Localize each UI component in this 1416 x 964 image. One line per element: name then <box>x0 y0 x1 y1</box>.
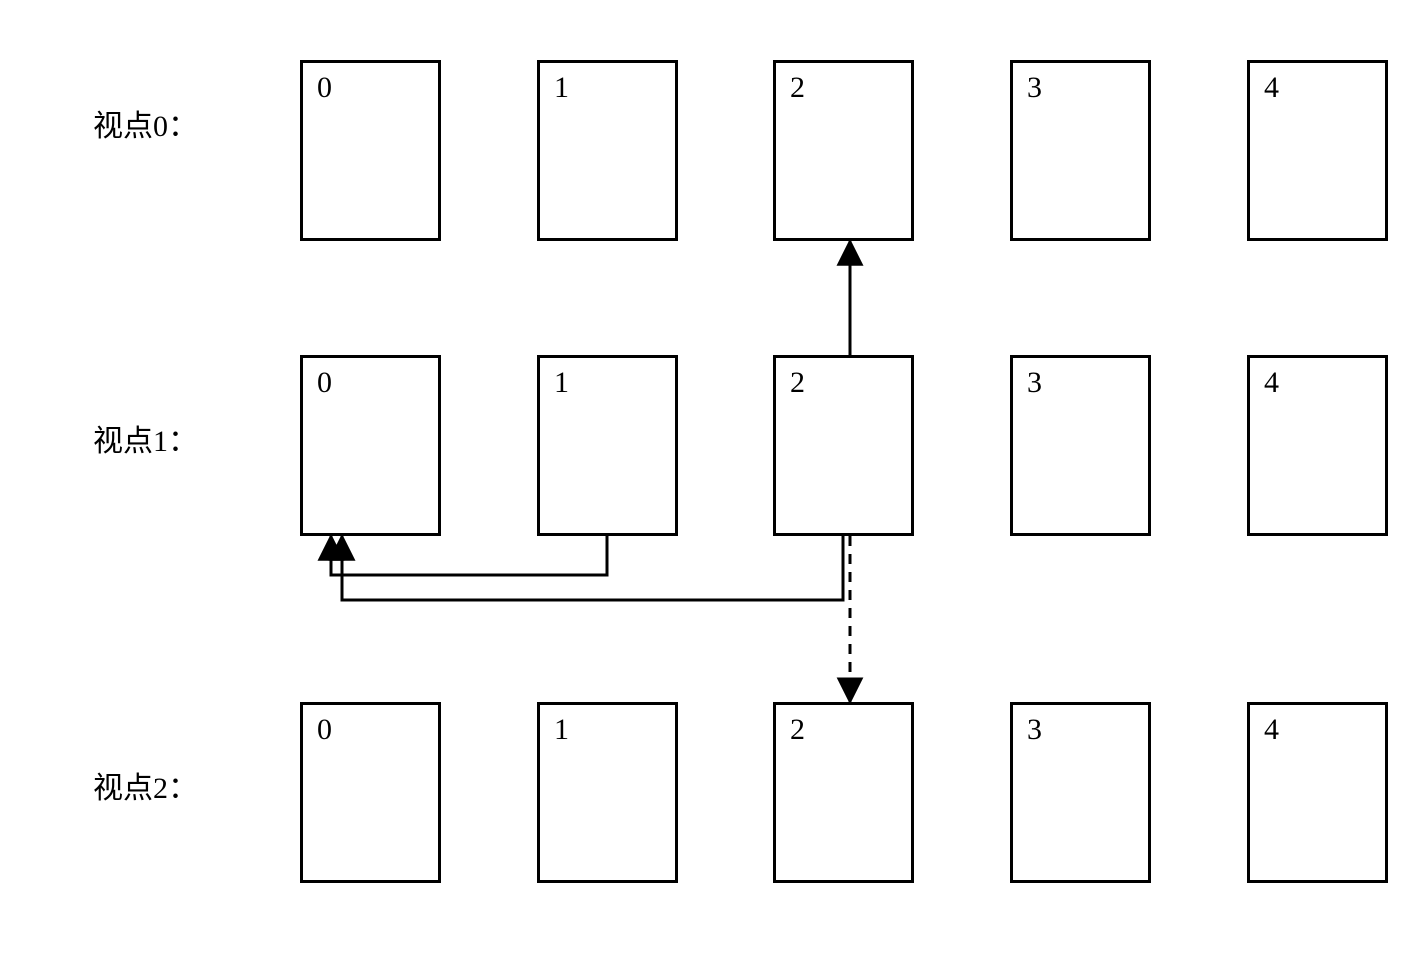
frame-v0-f2: 2 <box>773 60 914 241</box>
frame-v2-f2: 2 <box>773 702 914 883</box>
row-label-2: 视点2： <box>93 774 198 804</box>
frame-v2-f3: 3 <box>1010 702 1151 883</box>
row-label-0-text: 视点0： <box>93 110 198 143</box>
frame-v1-f2-number: 2 <box>790 368 805 398</box>
frame-v0-f1-number: 1 <box>554 73 569 103</box>
frame-v2-f2-number: 2 <box>790 715 805 745</box>
diagram-canvas: 视点0： 视点1： 视点2： 0 1 2 3 4 0 1 2 3 4 0 1 2… <box>0 0 1416 964</box>
arrow-v1f1-to-v1f0 <box>331 536 607 575</box>
arrows-layer <box>0 0 1416 964</box>
frame-v1-f0: 0 <box>300 355 441 536</box>
frame-v2-f0: 0 <box>300 702 441 883</box>
frame-v0-f0: 0 <box>300 60 441 241</box>
frame-v0-f3-number: 3 <box>1027 73 1042 103</box>
row-label-2-text: 视点2： <box>93 772 198 805</box>
row-label-0: 视点0： <box>93 112 198 142</box>
frame-v1-f0-number: 0 <box>317 368 332 398</box>
frame-v1-f3: 3 <box>1010 355 1151 536</box>
frame-v1-f2: 2 <box>773 355 914 536</box>
frame-v2-f4: 4 <box>1247 702 1388 883</box>
frame-v2-f1-number: 1 <box>554 715 569 745</box>
frame-v0-f0-number: 0 <box>317 73 332 103</box>
row-label-1: 视点1： <box>93 427 198 457</box>
frame-v2-f3-number: 3 <box>1027 715 1042 745</box>
frame-v0-f2-number: 2 <box>790 73 805 103</box>
frame-v2-f4-number: 4 <box>1264 715 1279 745</box>
frame-v0-f1: 1 <box>537 60 678 241</box>
frame-v2-f0-number: 0 <box>317 715 332 745</box>
frame-v1-f3-number: 3 <box>1027 368 1042 398</box>
frame-v1-f1: 1 <box>537 355 678 536</box>
frame-v2-f1: 1 <box>537 702 678 883</box>
frame-v1-f1-number: 1 <box>554 368 569 398</box>
frame-v0-f3: 3 <box>1010 60 1151 241</box>
arrow-v1f2-to-v1f0 <box>342 536 843 600</box>
row-label-1-text: 视点1： <box>93 425 198 458</box>
frame-v0-f4: 4 <box>1247 60 1388 241</box>
frame-v0-f4-number: 4 <box>1264 73 1279 103</box>
frame-v1-f4: 4 <box>1247 355 1388 536</box>
frame-v1-f4-number: 4 <box>1264 368 1279 398</box>
